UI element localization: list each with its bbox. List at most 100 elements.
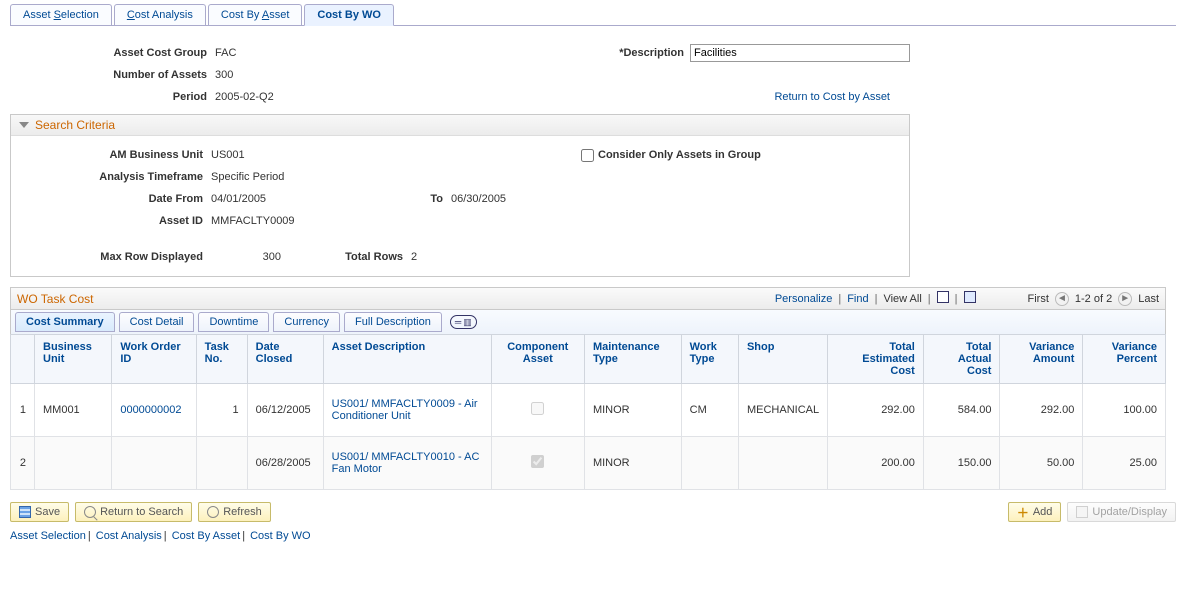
return-to-search-button[interactable]: Return to Search [75, 502, 192, 522]
cell-component-asset [491, 384, 584, 437]
col-date-closed[interactable]: Date Closed [247, 335, 323, 384]
tab-label: Cost By Asset [221, 9, 290, 21]
col-rownum [11, 335, 35, 384]
component-asset-checkbox [531, 402, 544, 415]
max-row-value: 300 [211, 251, 281, 263]
col-asset-description[interactable]: Asset Description [323, 335, 491, 384]
date-from-value: 04/01/2005 [211, 193, 361, 205]
consider-only-group-label: Consider Only Assets in Group [598, 149, 761, 161]
cell-work-order-id [112, 437, 196, 490]
update-icon [1076, 506, 1088, 518]
save-icon [19, 506, 31, 518]
table-row: 206/28/2005US001/ MMFACLTY0010 - AC Fan … [11, 437, 1166, 490]
asset-id-value: MMFACLTY0009 [211, 215, 361, 227]
plus-icon: ＋ [1017, 506, 1029, 518]
cell-total-estimated-cost: 200.00 [828, 437, 924, 490]
cell-date-closed: 06/12/2005 [247, 384, 323, 437]
col-component-asset[interactable]: Component Asset [491, 335, 584, 384]
asset-id-label: Asset ID [21, 215, 211, 227]
tab-asset-selection[interactable]: Asset Selection [10, 4, 112, 25]
cell-variance-percent: 100.00 [1083, 384, 1166, 437]
refresh-icon [207, 506, 219, 518]
asset-description-link[interactable]: US001/ MMFACLTY0009 - Air Conditioner Un… [332, 398, 478, 422]
cell-asset-description[interactable]: US001/ MMFACLTY0009 - Air Conditioner Un… [323, 384, 491, 437]
col-variance-amount[interactable]: Variance Amount [1000, 335, 1083, 384]
col-work-order-id[interactable]: Work Order ID [112, 335, 196, 384]
grid-title: WO Task Cost [17, 292, 93, 306]
tab-label: Asset Selection [23, 9, 99, 21]
update-display-button: Update/Display [1067, 502, 1176, 522]
col-shop[interactable]: Shop [738, 335, 827, 384]
component-asset-checkbox [531, 455, 544, 468]
personalize-link[interactable]: Personalize [775, 293, 832, 305]
col-total-estimated-cost[interactable]: Total Estimated Cost [828, 335, 924, 384]
date-from-label: Date From [21, 193, 211, 205]
refresh-button[interactable]: Refresh [198, 502, 271, 522]
cell-asset-description[interactable]: US001/ MMFACLTY0010 - AC Fan Motor [323, 437, 491, 490]
crumb-asset-selection[interactable]: Asset Selection [10, 530, 86, 542]
timeframe-value: Specific Period [211, 171, 361, 183]
description-input[interactable] [690, 44, 910, 62]
cell-work-order-id[interactable]: 0000000002 [112, 384, 196, 437]
footer-bar: Save Return to Search Refresh ＋Add Updat… [10, 502, 1176, 522]
tab-label: Cost Analysis [127, 9, 193, 21]
collapse-icon [19, 122, 29, 128]
col-variance-percent[interactable]: Variance Percent [1083, 335, 1166, 384]
wo-task-cost-grid: Business Unit Work Order ID Task No. Dat… [10, 334, 1166, 490]
date-to-label: To [361, 193, 451, 205]
date-to-value: 06/30/2005 [451, 193, 601, 205]
download-icon[interactable] [937, 291, 949, 306]
first-text: First [1028, 293, 1049, 305]
inner-tab-cost-summary[interactable]: Cost Summary [15, 312, 115, 332]
cell-total-estimated-cost: 292.00 [828, 384, 924, 437]
cell-component-asset [491, 437, 584, 490]
col-work-type[interactable]: Work Type [681, 335, 738, 384]
description-label: *Description [619, 47, 690, 59]
col-maintenance-type[interactable]: Maintenance Type [584, 335, 681, 384]
cell-business-unit: MM001 [35, 384, 112, 437]
add-button[interactable]: ＋Add [1008, 502, 1062, 522]
col-business-unit[interactable]: Business Unit [35, 335, 112, 384]
grid-header: WO Task Cost Personalize| Find| View All… [10, 287, 1166, 309]
zoom-icon[interactable] [964, 291, 976, 306]
cell-task-no [196, 437, 247, 490]
crumb-cost-by-wo[interactable]: Cost By WO [250, 530, 311, 542]
save-button[interactable]: Save [10, 502, 69, 522]
period-value: 2005-02-Q2 [215, 91, 304, 103]
row-number: 2 [11, 437, 35, 490]
tab-cost-by-wo[interactable]: Cost By WO [304, 4, 394, 26]
cell-total-actual-cost: 584.00 [923, 384, 1000, 437]
cell-work-type [681, 437, 738, 490]
inner-tab-downtime[interactable]: Downtime [198, 312, 269, 332]
last-text: Last [1138, 293, 1159, 305]
return-to-cost-by-asset-link[interactable]: Return to Cost by Asset [774, 91, 890, 103]
search-criteria-section: Search Criteria AM Business Unit US001 C… [10, 114, 910, 277]
search-criteria-toggle[interactable]: Search Criteria [11, 115, 909, 136]
show-all-columns-icon[interactable]: ═ [450, 315, 477, 329]
tab-cost-by-asset[interactable]: Cost By Asset [208, 4, 303, 25]
cell-variance-amount: 50.00 [1000, 437, 1083, 490]
inner-tab-cost-detail[interactable]: Cost Detail [119, 312, 195, 332]
timeframe-label: Analysis Timeframe [21, 171, 211, 183]
col-task-no[interactable]: Task No. [196, 335, 247, 384]
bu-label: AM Business Unit [21, 149, 211, 161]
asset-cost-group-value: FAC [215, 47, 266, 59]
consider-only-group-checkbox[interactable] [581, 149, 594, 162]
col-total-actual-cost[interactable]: Total Actual Cost [923, 335, 1000, 384]
grid-inner-tabs: Cost Summary Cost Detail Downtime Curren… [10, 309, 1166, 334]
crumb-cost-by-asset[interactable]: Cost By Asset [172, 530, 240, 542]
prev-icon[interactable]: ◄ [1055, 292, 1069, 306]
find-link[interactable]: Find [847, 293, 868, 305]
total-rows-value: 2 [411, 251, 417, 263]
cell-business-unit [35, 437, 112, 490]
next-icon[interactable]: ► [1118, 292, 1132, 306]
asset-cost-group-label: Asset Cost Group [10, 47, 215, 59]
inner-tab-full-description[interactable]: Full Description [344, 312, 442, 332]
tab-cost-analysis[interactable]: Cost Analysis [114, 4, 206, 25]
inner-tab-currency[interactable]: Currency [273, 312, 340, 332]
work-order-link[interactable]: 0000000002 [120, 404, 181, 416]
cell-task-no: 1 [196, 384, 247, 437]
asset-description-link[interactable]: US001/ MMFACLTY0010 - AC Fan Motor [332, 451, 480, 475]
crumb-cost-analysis[interactable]: Cost Analysis [96, 530, 162, 542]
table-row: 1MM0010000000002106/12/2005US001/ MMFACL… [11, 384, 1166, 437]
